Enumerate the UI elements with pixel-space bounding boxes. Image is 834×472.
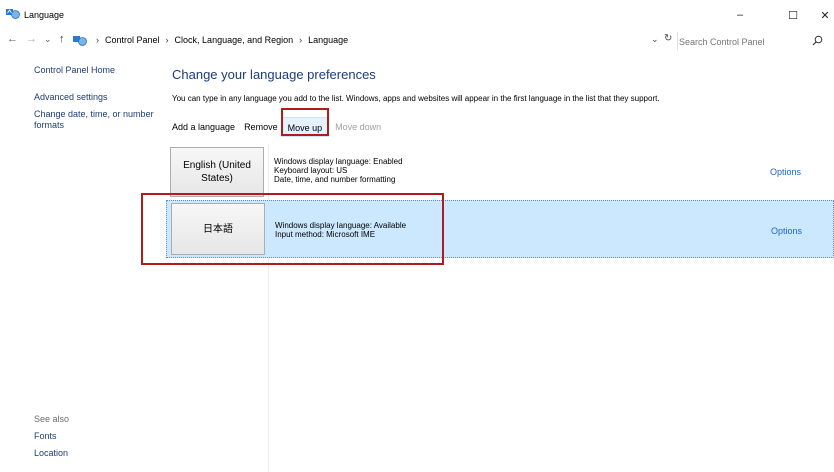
search-input[interactable] xyxy=(678,32,805,52)
page-description: You can type in any language you add to … xyxy=(172,94,660,103)
search-icon[interactable] xyxy=(812,35,823,46)
language-name: English (United States) xyxy=(183,160,251,184)
address-row: ← → ⌄ ↑ › Control Panel › Clock, Languag… xyxy=(0,31,834,53)
back-arrow-icon: ← xyxy=(7,33,18,45)
forward-button[interactable]: → xyxy=(26,33,37,45)
display-language-status: Windows display language: Enabled xyxy=(274,157,403,166)
display-language-status: Windows display language: Available xyxy=(275,221,407,230)
search-box[interactable] xyxy=(677,32,827,52)
chevron-right-icon: › xyxy=(96,35,99,45)
language-row-english[interactable]: English (United States) Windows display … xyxy=(166,147,834,197)
control-panel-icon xyxy=(73,36,87,46)
change-date-time-formats-link[interactable]: Change date, time, or number formats xyxy=(34,109,160,131)
address-dropdown-icon[interactable]: ⌄ xyxy=(651,34,659,45)
maximize-icon: ☐ xyxy=(788,9,798,22)
input-method: Input method: Microsoft IME xyxy=(275,230,376,239)
language-app-icon xyxy=(6,9,20,19)
minimize-button[interactable]: – xyxy=(728,6,752,24)
breadcrumb-clock-language-region[interactable]: Clock, Language, and Region xyxy=(175,35,294,45)
chevron-right-icon[interactable]: › xyxy=(166,35,169,45)
minimize-icon: – xyxy=(736,9,744,21)
maximize-button[interactable]: ☐ xyxy=(781,6,805,24)
remove-button[interactable]: Remove xyxy=(241,117,281,137)
back-button[interactable]: ← xyxy=(7,33,18,45)
move-up-button[interactable]: Move up xyxy=(280,117,330,137)
language-toolbar: Add a language Remove Move up Move down xyxy=(166,116,387,138)
advanced-settings-link[interactable]: Advanced settings xyxy=(34,92,164,103)
language-details: Windows display language: Available Inpu… xyxy=(275,221,406,239)
window-title: Language xyxy=(24,10,65,20)
refresh-icon[interactable]: ↻ xyxy=(664,33,672,44)
close-icon: ✕ xyxy=(820,9,830,22)
options-link[interactable]: Options xyxy=(770,167,801,177)
see-also-heading: See also xyxy=(34,414,70,424)
language-name-button[interactable]: English (United States) xyxy=(170,147,264,197)
language-name: 日本語 xyxy=(203,223,233,235)
keyboard-layout: Keyboard layout: US xyxy=(274,166,348,175)
breadcrumb: › Control Panel › Clock, Language, and R… xyxy=(90,35,348,45)
fonts-link[interactable]: Fonts xyxy=(34,431,57,441)
close-button[interactable]: ✕ xyxy=(813,6,834,24)
chevron-down-icon: ⌄ xyxy=(44,34,52,44)
up-arrow-icon: ↑ xyxy=(59,33,65,45)
options-link[interactable]: Options xyxy=(771,226,802,236)
add-language-button[interactable]: Add a language xyxy=(166,117,241,137)
breadcrumb-control-panel[interactable]: Control Panel xyxy=(105,35,160,45)
forward-arrow-icon: → xyxy=(26,33,37,45)
control-panel-home-link[interactable]: Control Panel Home xyxy=(34,65,164,76)
move-down-button[interactable]: Move down xyxy=(329,117,387,137)
language-row-japanese[interactable]: 日本語 Windows display language: Available … xyxy=(166,200,834,258)
left-pane: Control Panel Home Advanced settings Cha… xyxy=(34,65,164,131)
language-details: Windows display language: Enabled Keyboa… xyxy=(274,157,403,184)
chevron-right-icon[interactable]: › xyxy=(299,35,302,45)
formatting-status: Date, time, and number formatting xyxy=(274,175,396,184)
up-button[interactable]: ↑ xyxy=(59,33,65,45)
recent-locations-button[interactable]: ⌄ xyxy=(44,34,52,45)
title-bar: Language – ☐ ✕ xyxy=(0,0,834,28)
breadcrumb-language[interactable]: Language xyxy=(308,35,348,45)
location-link[interactable]: Location xyxy=(34,448,68,458)
page-title: Change your language preferences xyxy=(172,67,376,82)
language-name-button[interactable]: 日本語 xyxy=(171,203,265,255)
